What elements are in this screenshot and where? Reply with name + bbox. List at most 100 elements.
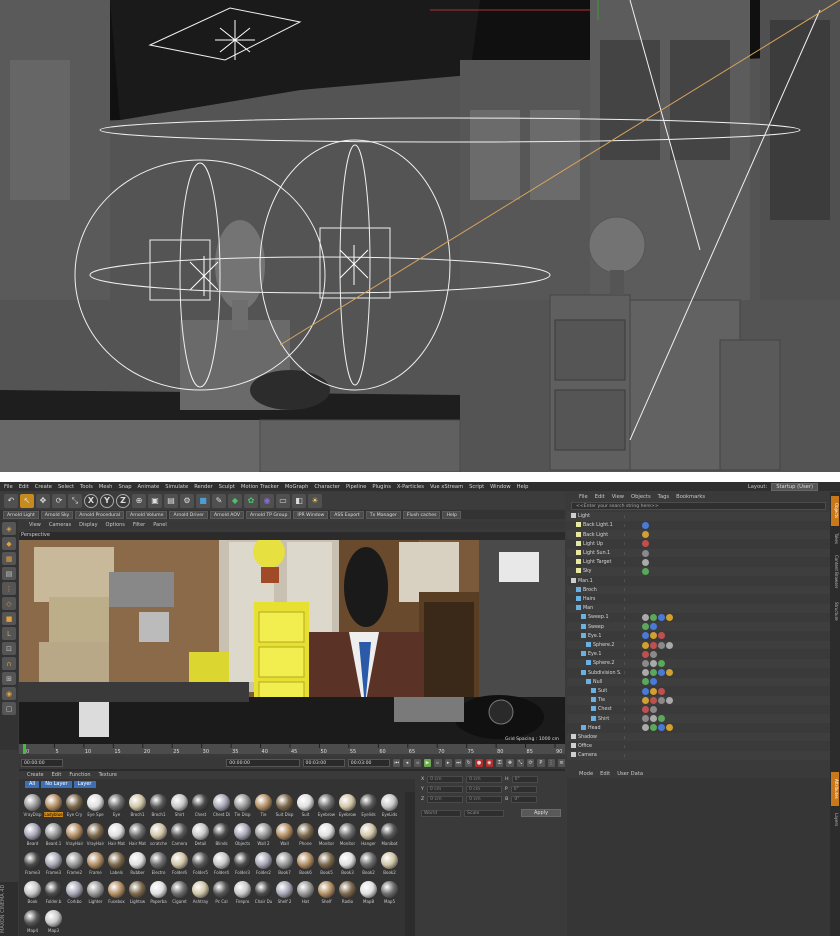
size-z-field[interactable]: 0 cm: [466, 795, 503, 803]
menu-mesh[interactable]: Mesh: [99, 484, 113, 490]
material-swatch[interactable]: Pc Cal: [212, 881, 231, 910]
world-dropdown[interactable]: World: [421, 809, 461, 817]
tag-icon[interactable]: [658, 632, 665, 640]
next-key-icon[interactable]: ▸: [444, 759, 452, 767]
material-swatch[interactable]: Suit Disp: [275, 794, 294, 823]
edges-mode-icon[interactable]: ◇: [2, 597, 16, 610]
visibility-toggle-icon[interactable]: ⁝: [624, 652, 630, 657]
object-row[interactable]: Sweep ⁝: [567, 622, 830, 631]
menu-plugins[interactable]: Plugins: [372, 484, 391, 490]
material-swatch[interactable]: Book6: [296, 852, 315, 881]
attrmenu-mode[interactable]: Mode: [579, 771, 593, 777]
object-row[interactable]: Sky ⁝: [567, 567, 830, 576]
filter-layer-tab[interactable]: Layer: [73, 781, 96, 788]
visibility-toggle-icon[interactable]: ⁝: [624, 551, 630, 556]
point-key-icon[interactable]: ⋮: [547, 759, 555, 767]
object-row[interactable]: Eye.1 ⁝: [567, 650, 830, 659]
visibility-toggle-icon[interactable]: ⁝: [624, 523, 630, 528]
tag-icon[interactable]: [658, 669, 665, 677]
material-swatch[interactable]: Fusebox: [107, 881, 126, 910]
menu-edit[interactable]: Edit: [19, 484, 29, 490]
visibility-toggle-icon[interactable]: ⁝: [624, 597, 630, 602]
visibility-toggle-icon[interactable]: ⁝: [624, 698, 630, 703]
light-icon[interactable]: ☀: [308, 493, 322, 508]
object-row[interactable]: Back Light ⁝: [567, 530, 830, 539]
tag-icon[interactable]: [650, 623, 657, 631]
arnold-aov-button[interactable]: Arnold AOV: [209, 510, 245, 519]
material-menu-function[interactable]: Function: [69, 772, 90, 778]
visibility-toggle-icon[interactable]: ⁝: [624, 541, 630, 546]
tag-icon[interactable]: [658, 659, 665, 667]
tag-icon[interactable]: [642, 549, 649, 557]
model-mode-icon[interactable]: ◆: [2, 537, 16, 550]
material-swatch[interactable]: Eye Cry: [65, 794, 84, 823]
material-swatch[interactable]: Ashtray: [191, 881, 210, 910]
visibility-toggle-icon[interactable]: ⁝: [624, 606, 630, 611]
go-to-start-icon[interactable]: ⏮: [393, 759, 401, 767]
visibility-toggle-icon[interactable]: ⁝: [624, 633, 630, 638]
position-y-field[interactable]: 0 cm: [426, 785, 463, 793]
visibility-toggle-icon[interactable]: ⁝: [624, 578, 630, 583]
material-swatch[interactable]: Map4: [23, 910, 42, 936]
material-swatch[interactable]: Book: [23, 881, 42, 910]
material-swatch[interactable]: Phone: [296, 823, 315, 852]
material-swatch[interactable]: Wall: [275, 823, 294, 852]
object-row[interactable]: Broch ⁝: [567, 585, 830, 595]
scale-tool-icon[interactable]: ⤡: [68, 493, 82, 508]
object-row[interactable]: Sphere.2 ⁝: [567, 640, 830, 650]
material-swatch[interactable]: Folder6: [170, 852, 189, 881]
menu-vue-xstream[interactable]: Vue xStream: [430, 484, 463, 490]
tag-icon[interactable]: [658, 613, 665, 621]
tag-icon[interactable]: [642, 715, 649, 723]
select-tool-icon[interactable]: ↖: [20, 493, 34, 508]
menu-sculpt[interactable]: Sculpt: [219, 484, 235, 490]
rotation-h-field[interactable]: 0°: [511, 775, 538, 783]
tag-icon[interactable]: [642, 632, 649, 640]
coordinate-system-icon[interactable]: ⊕: [132, 493, 146, 508]
material-swatch[interactable]: Objects: [233, 823, 252, 852]
tag-icon[interactable]: [642, 540, 649, 548]
visibility-toggle-icon[interactable]: ⁝: [624, 643, 630, 648]
material-menu-create[interactable]: Create: [27, 772, 44, 778]
tag-icon[interactable]: [666, 613, 673, 621]
object-row[interactable]: Man ⁝: [567, 604, 830, 613]
x-axis-lock-button[interactable]: X: [84, 493, 98, 508]
timeline-menu-icon[interactable]: ≡: [557, 759, 566, 767]
tag-icon[interactable]: [658, 696, 665, 704]
apply-button[interactable]: Apply: [521, 809, 561, 817]
material-swatch[interactable]: Labels: [107, 852, 126, 881]
material-swatch[interactable]: Chair Du: [254, 881, 273, 910]
object-row[interactable]: Sphere.2 ⁝: [567, 659, 830, 668]
object-row[interactable]: Shirt ⁝: [567, 714, 830, 723]
arnold-sky-button[interactable]: Arnold Sky: [40, 510, 74, 519]
deformer-icon[interactable]: ◉: [260, 493, 274, 508]
arnold-tp-group-button[interactable]: Arnold TP Group: [246, 510, 292, 519]
tag-icon[interactable]: [642, 669, 649, 677]
arnold-procedural-button[interactable]: Arnold Procedural: [75, 510, 125, 519]
visibility-toggle-icon[interactable]: ⁝: [624, 560, 630, 565]
tag-icon[interactable]: [650, 613, 657, 621]
material-swatch[interactable]: Manibot: [380, 823, 399, 852]
tag-icon[interactable]: [642, 705, 649, 713]
visibility-toggle-icon[interactable]: ⁝: [624, 532, 630, 537]
tag-icon[interactable]: [650, 678, 657, 686]
material-swatch[interactable]: Book7: [275, 852, 294, 881]
material-swatch[interactable]: Broch1: [128, 794, 147, 823]
tag-icon[interactable]: [666, 696, 673, 704]
object-row[interactable]: Light Up ⁝: [567, 540, 830, 549]
material-swatch[interactable]: Hair Mat: [128, 823, 147, 852]
tag-icon[interactable]: [642, 650, 649, 658]
menu-x-particles[interactable]: X-Particles: [397, 484, 424, 490]
material-swatch[interactable]: Corkbo: [65, 881, 84, 910]
tab-content-browser[interactable]: Content Browser: [831, 550, 839, 594]
menu-tools[interactable]: Tools: [80, 484, 93, 490]
scale-key-icon[interactable]: ⤡: [516, 759, 524, 767]
object-row[interactable]: Subdivision S. ⁝: [567, 668, 830, 677]
material-swatch[interactable]: Folder4: [212, 852, 231, 881]
objmenu-file[interactable]: File: [579, 494, 588, 500]
material-swatch[interactable]: Shelf: [317, 881, 336, 910]
size-y-field[interactable]: 0 cm: [465, 785, 502, 793]
material-swatch[interactable]: Ladyblue: [44, 794, 63, 823]
material-swatch[interactable]: Electro: [149, 852, 168, 881]
object-row[interactable]: Man.1 ⁝: [567, 576, 830, 585]
